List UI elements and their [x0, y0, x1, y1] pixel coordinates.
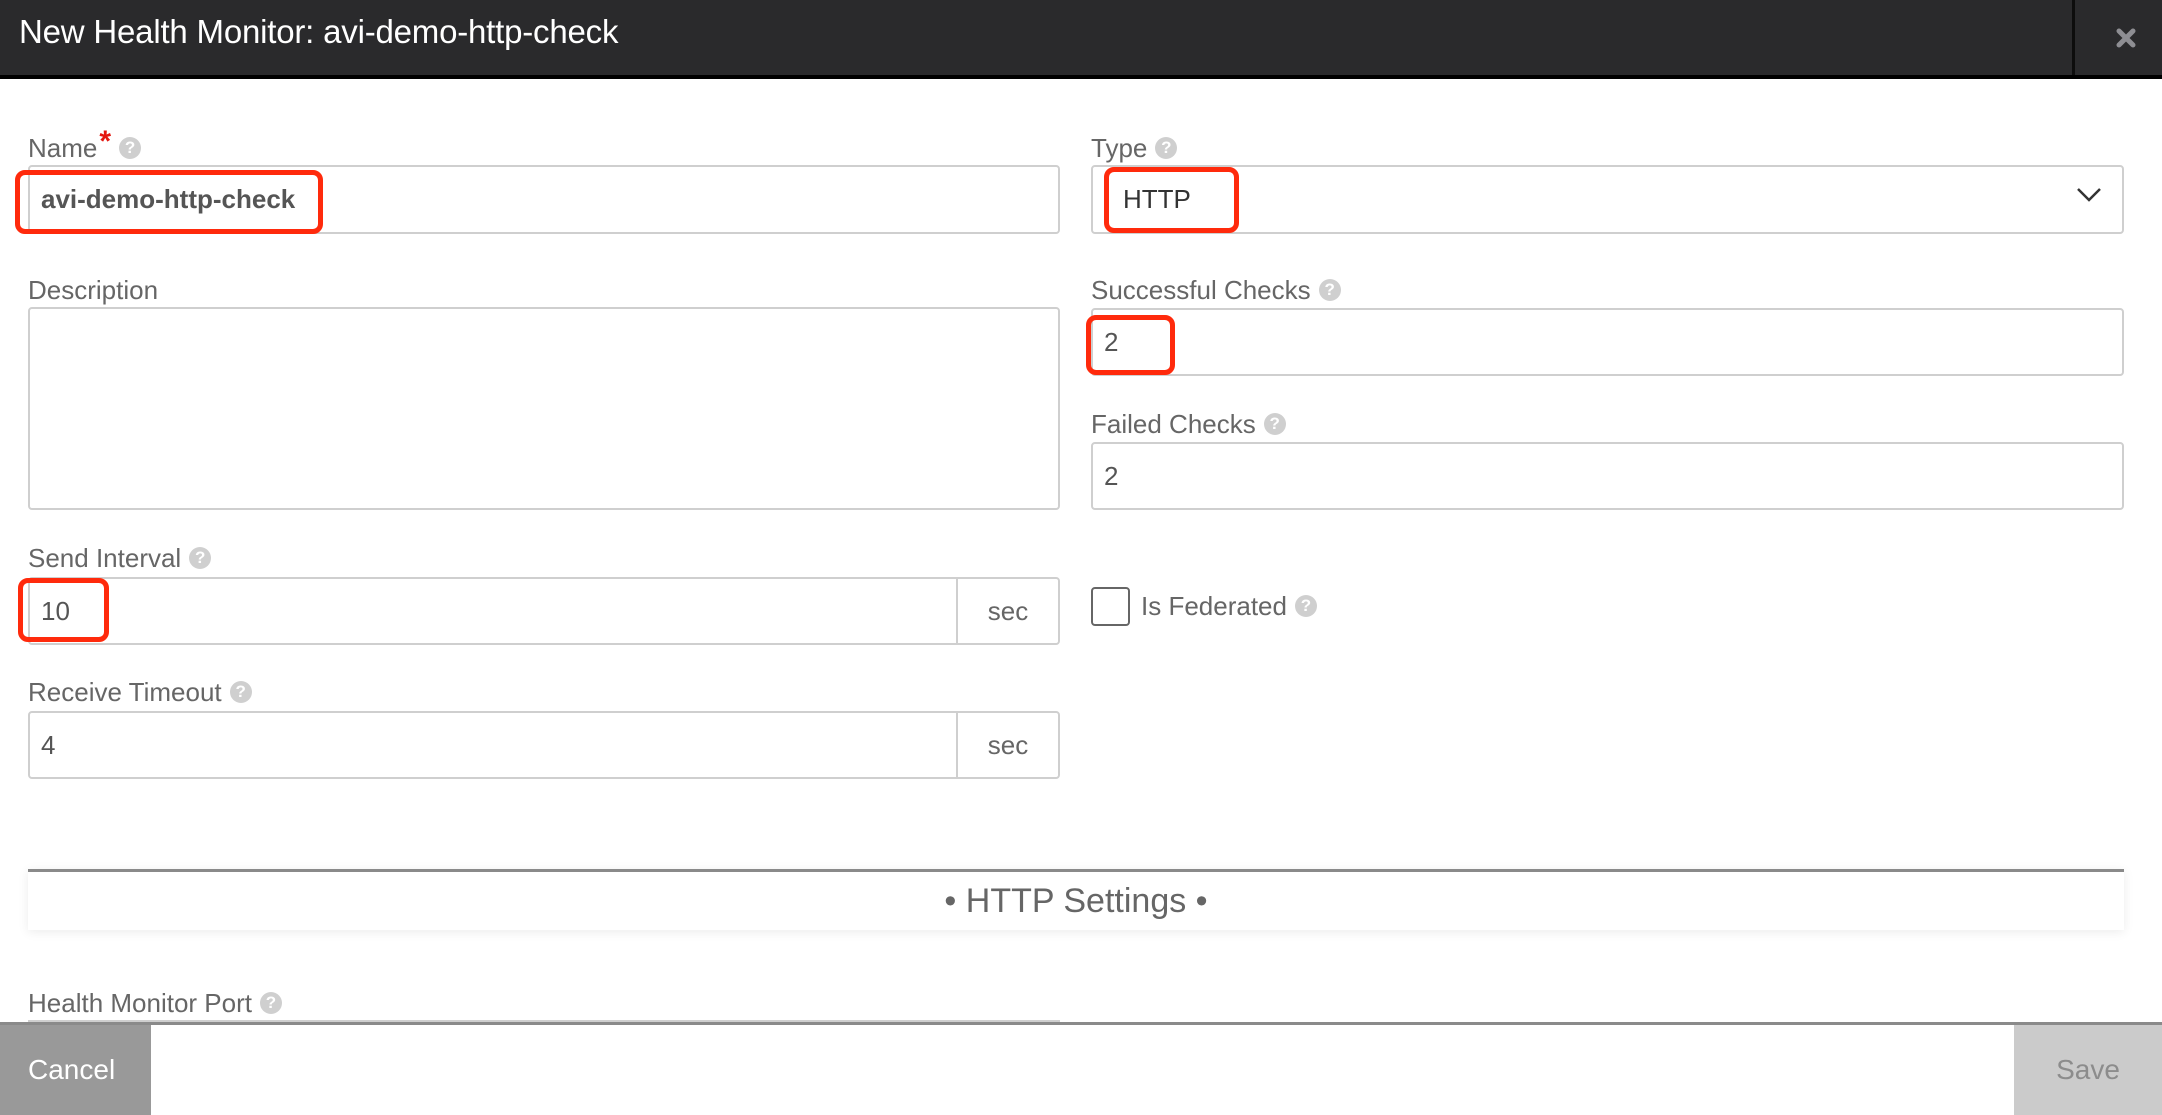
- http-settings-section-header: • HTTP Settings •: [28, 869, 2124, 930]
- successful-checks-label: Successful Checks ?: [1091, 275, 1341, 305]
- close-icon: [2116, 28, 2136, 47]
- receive-timeout-unit: sec: [956, 713, 1058, 777]
- health-monitor-port-label: Health Monitor Port ?: [28, 988, 282, 1018]
- send-interval-input[interactable]: 10 sec: [28, 577, 1060, 645]
- is-federated-checkbox[interactable]: [1091, 587, 1130, 626]
- is-federated-label: Is Federated ?: [1141, 591, 1317, 621]
- failed-checks-input[interactable]: 2: [1091, 442, 2124, 510]
- header-divider: [2072, 0, 2075, 75]
- send-interval-unit: sec: [956, 579, 1058, 643]
- receive-timeout-label: Receive Timeout ?: [28, 677, 252, 707]
- name-input[interactable]: avi-demo-http-check: [28, 165, 1060, 234]
- help-icon[interactable]: ?: [259, 992, 282, 1014]
- cancel-button[interactable]: Cancel: [0, 1025, 151, 1115]
- type-select[interactable]: HTTP: [1091, 165, 2124, 234]
- type-select-value: HTTP: [1123, 184, 1191, 214]
- required-asterisk: *: [99, 125, 112, 158]
- help-icon[interactable]: ?: [1294, 595, 1317, 617]
- help-icon[interactable]: ?: [1263, 413, 1286, 435]
- chevron-down-icon: [2077, 188, 2101, 202]
- modal-header: New Health Monitor: avi-demo-http-check: [0, 0, 2162, 79]
- help-icon[interactable]: ?: [229, 681, 252, 703]
- help-icon[interactable]: ?: [189, 547, 212, 569]
- successful-checks-input[interactable]: 2: [1091, 308, 2124, 376]
- modal-title: New Health Monitor: avi-demo-http-check: [19, 13, 619, 50]
- receive-timeout-input[interactable]: 4 sec: [28, 711, 1060, 779]
- description-label: Description: [28, 275, 159, 305]
- save-button[interactable]: Save: [2014, 1025, 2162, 1115]
- description-textarea[interactable]: [28, 307, 1060, 510]
- name-label: Name * ?: [28, 125, 142, 163]
- failed-checks-label: Failed Checks ?: [1091, 409, 1286, 439]
- receive-timeout-value: 4: [41, 729, 56, 760]
- help-icon[interactable]: ?: [1155, 137, 1178, 159]
- send-interval-label: Send Interval ?: [28, 543, 212, 573]
- type-label: Type ?: [1091, 133, 1178, 163]
- close-button[interactable]: [2090, 0, 2162, 75]
- modal-footer: Cancel Save: [0, 1022, 2162, 1115]
- help-icon[interactable]: ?: [1318, 279, 1341, 301]
- send-interval-value: 10: [41, 595, 70, 626]
- help-icon[interactable]: ?: [119, 137, 142, 159]
